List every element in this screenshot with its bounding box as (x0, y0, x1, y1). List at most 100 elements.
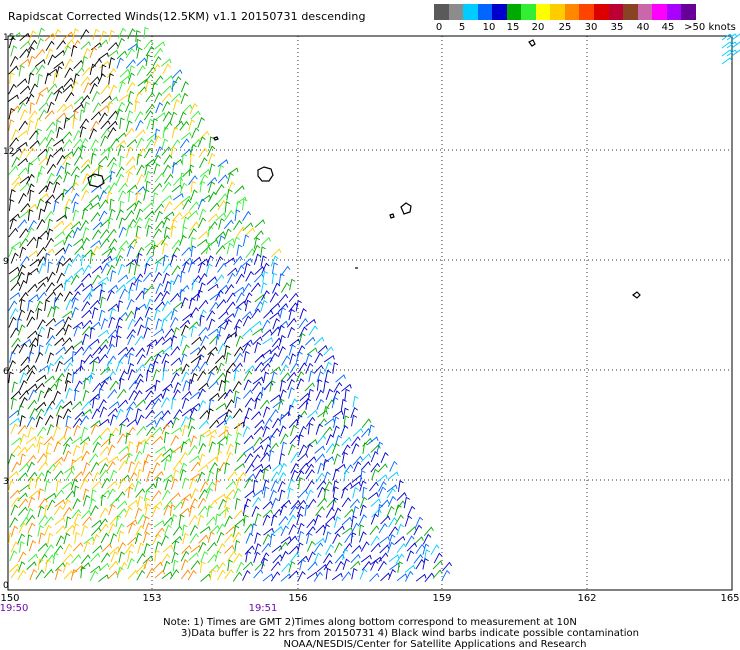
wind-barb (181, 324, 189, 336)
wind-barb (19, 109, 28, 121)
wind-barb (306, 571, 318, 580)
wind-barb (182, 379, 190, 392)
wind-barb (173, 409, 183, 420)
wind-barb (171, 126, 179, 139)
wind-barb (45, 121, 56, 132)
wind-barb (107, 570, 118, 580)
longitude-label: 153 (142, 593, 162, 604)
wind-barb (98, 388, 104, 400)
wind-barb (73, 389, 80, 402)
wind-barb (299, 326, 308, 338)
wind-barb (358, 524, 365, 537)
wind-barb (224, 257, 236, 265)
wind-barb (317, 409, 328, 418)
wind-barb (288, 292, 299, 303)
wind-barb (116, 50, 128, 60)
wind-barb (298, 477, 304, 489)
wind-barb (287, 487, 294, 500)
wind-barb (270, 480, 279, 492)
wind-barb (90, 461, 100, 473)
wind-barb (107, 127, 117, 138)
wind-barb (441, 569, 451, 581)
wind-barb (44, 504, 51, 517)
wind-barb (71, 290, 81, 302)
wind-barb (133, 306, 141, 319)
latitude-label: 12 (3, 147, 14, 157)
wind-barb (432, 569, 443, 579)
wind-barb (8, 471, 19, 480)
wind-barb (323, 346, 334, 356)
wind-barb (218, 310, 229, 320)
wind-barb (216, 362, 225, 374)
wind-barb (233, 369, 240, 381)
wind-barb (217, 569, 226, 581)
wind-barb (127, 550, 134, 562)
wind-barb (313, 336, 325, 346)
wind-barb (146, 567, 155, 579)
wind-barb (227, 470, 238, 481)
wind-barb (207, 541, 217, 552)
wind-barb (170, 146, 177, 158)
wind-barb (109, 84, 118, 96)
wind-barb (28, 540, 37, 552)
wind-barb (306, 439, 318, 447)
wind-barb (37, 291, 47, 302)
wind-barb (29, 189, 35, 202)
wind-barb (236, 452, 247, 462)
wind-barb (315, 524, 326, 534)
wind-barb (197, 117, 205, 129)
wind-barb (307, 409, 318, 419)
wind-barb (53, 390, 61, 402)
wind-barb (73, 267, 85, 276)
wind-barb (54, 247, 66, 256)
wind-barb (314, 514, 322, 526)
wind-barb (72, 444, 81, 457)
wind-barb (10, 525, 19, 537)
wind-barb (172, 389, 181, 401)
wind-barb (371, 468, 379, 480)
wind-barb (190, 110, 201, 120)
wind-barb (45, 452, 51, 464)
wind-barb (115, 360, 124, 372)
wind-barb (54, 50, 66, 59)
wind-barb (27, 399, 37, 410)
wind-barb (190, 461, 201, 472)
wind-barb (289, 434, 300, 445)
wind-barb (116, 566, 124, 579)
wind-barb (117, 530, 125, 543)
wind-barb (262, 573, 274, 582)
wind-barb (182, 216, 190, 229)
wind-barb (243, 370, 253, 382)
wind-barb (81, 524, 89, 537)
wind-barb (63, 543, 73, 555)
wind-barb (269, 533, 276, 545)
wind-barb (197, 136, 206, 148)
wind-barb (234, 540, 241, 552)
wind-barb (180, 334, 187, 347)
wind-barb (135, 279, 143, 291)
wind-barb (422, 557, 429, 570)
wind-barb (26, 561, 37, 571)
wind-barb (197, 541, 207, 553)
wind-barb (108, 57, 115, 69)
wind-barb (254, 294, 266, 303)
wind-barb (152, 182, 163, 193)
wind-barb (89, 327, 96, 339)
wind-barb (243, 514, 249, 527)
wind-barb (73, 471, 84, 481)
wind-barb (188, 378, 194, 391)
wind-barb (118, 240, 129, 250)
wind-barb (190, 560, 201, 570)
wind-barb (8, 94, 19, 102)
wind-barb (27, 209, 34, 221)
wind-barb (11, 381, 18, 393)
wind-barb (82, 471, 93, 482)
wind-barb (244, 292, 253, 304)
wind-barb (11, 445, 22, 455)
wind-barb (289, 353, 297, 365)
wind-barb (323, 354, 335, 363)
wind-barb (107, 488, 116, 500)
wind-barb (17, 219, 28, 229)
wind-barb (206, 371, 215, 383)
wind-barb (71, 436, 83, 445)
